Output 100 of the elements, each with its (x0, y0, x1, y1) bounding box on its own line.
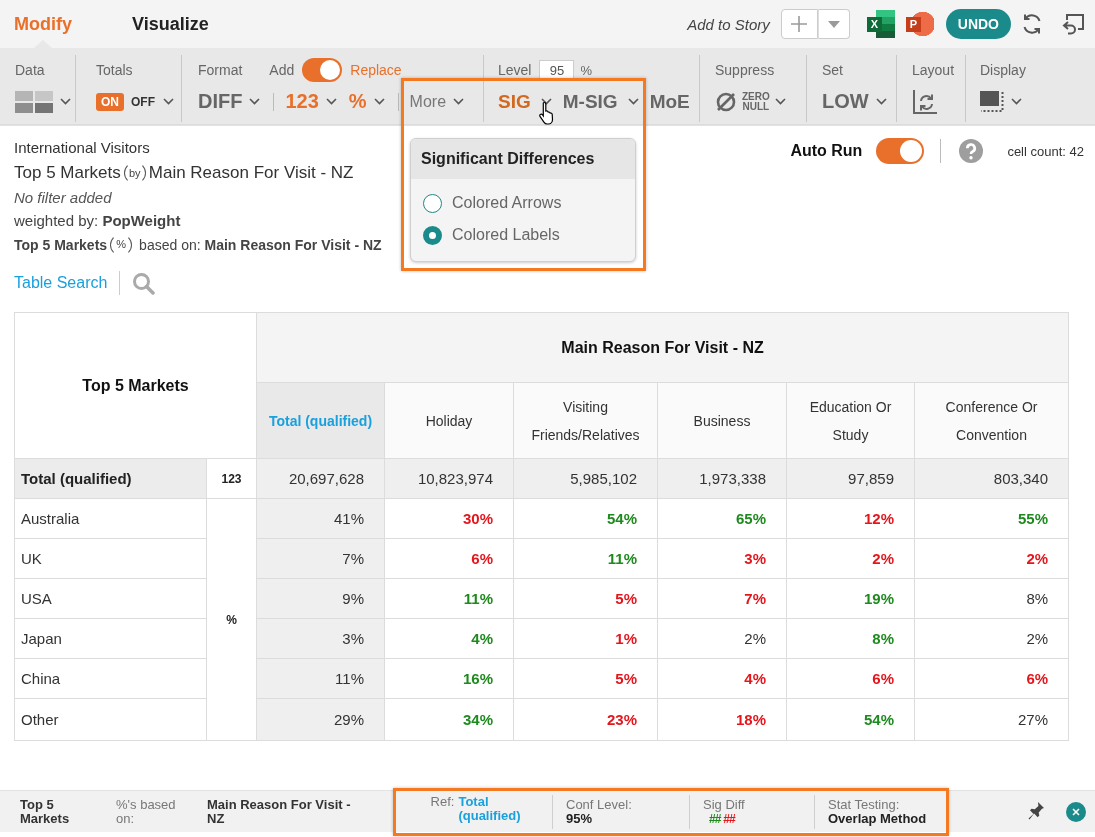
radio-button[interactable] (423, 225, 442, 245)
pointer-cursor-icon (538, 101, 556, 125)
stat-label: Conf Level: (566, 797, 632, 812)
toolbar-button[interactable]: MoE (649, 90, 690, 113)
caret-icon (60, 98, 71, 105)
table-cell: 6% (384, 538, 514, 579)
table-cell: 11% (384, 578, 514, 619)
spreadsheet-export-button[interactable]: X (866, 10, 895, 38)
column-variable: Main Reason For Visit - NZ (148, 163, 354, 183)
radio-label[interactable]: Colored Labels (452, 226, 560, 244)
group-label: Level (498, 62, 532, 78)
search-icon[interactable] (132, 271, 156, 295)
statistic-cell: 123 (206, 458, 257, 499)
help-icon[interactable] (959, 139, 984, 163)
menu-title: Significant Differences (411, 139, 635, 179)
auto-run-switch[interactable] (876, 138, 925, 164)
stat-value[interactable]: Total (qualified) (458, 794, 531, 823)
caret-icon (163, 98, 174, 105)
footer-base-value: Main Reason For Visit - NZ (207, 797, 352, 826)
table-cell: 7% (657, 578, 787, 619)
column-header[interactable]: Holiday (384, 382, 514, 459)
column-header[interactable]: Total (qualified) (256, 382, 385, 459)
toolbar-button[interactable]: M-SIG (562, 90, 639, 113)
table-cell: 3% (256, 618, 385, 659)
column-header[interactable]: Visiting Friends/Relatives (513, 382, 658, 459)
table-cell: 20,697,628 (256, 458, 385, 499)
stat-label: Sig Diff (703, 797, 745, 812)
group-label: Suppress (715, 62, 775, 78)
toolbar-button[interactable]: DIFF (198, 90, 261, 113)
undo-button[interactable]: UNDO (945, 9, 1011, 39)
table-cell: 41% (256, 498, 385, 539)
table-cell: 54% (786, 698, 915, 741)
table-cell: 11% (256, 658, 385, 699)
row-variable: Top 5 Markets (14, 236, 108, 253)
toolbar-button[interactable]: More (409, 92, 465, 111)
story-menu-button[interactable] (817, 9, 850, 39)
statistic-cell: % (206, 498, 257, 741)
group-label: Set (822, 62, 843, 78)
mode-label: Replace (350, 62, 402, 78)
data-view-button[interactable] (15, 90, 71, 113)
toggle-option[interactable]: OFF (126, 92, 160, 111)
row-header: Japan (14, 618, 207, 659)
totals-menu-button[interactable] (163, 98, 174, 105)
add-story-button[interactable] (780, 9, 818, 39)
caret-icon (875, 98, 887, 105)
table-cell: 6% (786, 658, 915, 699)
tab[interactable]: Modify (14, 0, 72, 48)
footer-rows: Top 5 Markets (20, 797, 82, 826)
table-cell: 11% (513, 538, 658, 579)
table-cell: 54% (513, 498, 658, 539)
level-field[interactable]: 95 (539, 60, 575, 80)
slides-export-button[interactable]: P (905, 10, 934, 38)
group-label: Layout (912, 62, 955, 78)
chart-swap-icon[interactable] (912, 88, 938, 115)
tab[interactable]: Visualize (132, 0, 209, 48)
column-header[interactable]: Conference Or Convention (914, 382, 1069, 459)
dataset-name: International Visitors (14, 138, 150, 158)
unit-label: % (580, 62, 593, 78)
swap-button[interactable]: by (123, 162, 146, 184)
cell-count: cell count: 42 (1007, 143, 1084, 159)
weight-note: weighted by: PopWeight (14, 211, 181, 231)
close-icon[interactable] (1066, 801, 1086, 822)
group-label: Totals (96, 62, 133, 78)
sig-legend-mark: ## (709, 811, 721, 826)
table-cell: 4% (657, 658, 787, 699)
table-cell: 803,340 (914, 458, 1069, 499)
sig-legend-mark: ## (723, 811, 735, 826)
table-cell: 2% (914, 538, 1069, 579)
toolbar-button[interactable]: % (348, 90, 385, 113)
display-button[interactable] (980, 91, 1022, 112)
toggle-option[interactable]: ON (96, 92, 124, 111)
auto-run-label: Auto Run (790, 142, 863, 160)
window-arrow-icon[interactable] (1060, 12, 1085, 36)
toolbar-button[interactable]: SIG (498, 90, 552, 113)
story-label: Add to Story (687, 15, 770, 33)
column-header[interactable]: Education Or Study (786, 382, 915, 459)
suppress-button[interactable]: ZERO NULL (715, 90, 786, 113)
caret-icon (774, 98, 786, 105)
table-cell: 5% (513, 578, 658, 619)
row-header: UK (14, 538, 207, 579)
pin-icon[interactable] (1027, 800, 1045, 823)
table-cell: 2% (914, 618, 1069, 659)
column-header[interactable]: Business (657, 382, 787, 459)
stat-value: 95% (566, 811, 593, 826)
table-cell: 30% (384, 498, 514, 539)
column-group-header: Main Reason For Visit - NZ (256, 312, 1069, 383)
toolbar-button[interactable]: LOW (822, 90, 887, 113)
table-search-link[interactable]: Table Search (14, 274, 108, 292)
radio-button[interactable] (423, 193, 442, 213)
table-cell: 27% (914, 698, 1069, 741)
toolbar-button[interactable]: 123 (285, 90, 337, 113)
table-cell: 55% (914, 498, 1069, 539)
table-cell: 8% (786, 618, 915, 659)
group-label: Data (15, 62, 45, 78)
group-label: Display (980, 62, 1026, 78)
stat-value: Overlap Method (828, 811, 927, 826)
footer-base-label: %'s based on: (116, 797, 177, 826)
swap-button[interactable]: % (110, 233, 133, 256)
radio-label[interactable]: Colored Arrows (452, 194, 562, 212)
mode-switch[interactable] (302, 58, 343, 82)
